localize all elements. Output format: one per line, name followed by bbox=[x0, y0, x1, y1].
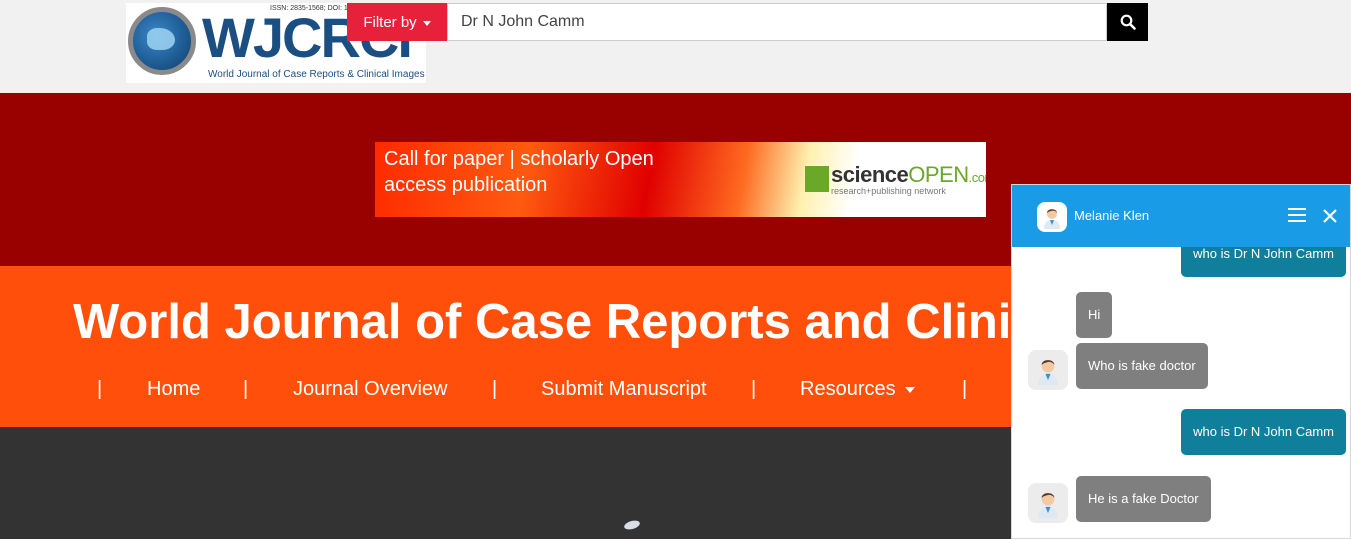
agent-message-avatar bbox=[1028, 350, 1068, 390]
nav-separator: | bbox=[751, 378, 757, 400]
chat-widget: Melanie Klen who is Dr N John Camm Hi Wh… bbox=[1011, 184, 1351, 539]
agent-name: Melanie Klen bbox=[1074, 208, 1150, 223]
brand-tagline: research+publishing network bbox=[831, 186, 946, 196]
search-input[interactable] bbox=[447, 3, 1107, 41]
top-header: ISSN: 2835-1568; DOI: 10 WJCRCI World Jo… bbox=[0, 0, 1351, 93]
filter-label: Filter by bbox=[363, 13, 417, 31]
nav-item-journal-overview[interactable]: Journal Overview bbox=[293, 378, 448, 401]
agent-avatar bbox=[1037, 202, 1067, 232]
caret-down-icon bbox=[904, 386, 915, 393]
chat-message-agent: He is a fake Doctor bbox=[1076, 476, 1211, 522]
ad-text: Call for paper | scholarly Open access p… bbox=[384, 146, 654, 198]
doctor-avatar-icon bbox=[1044, 209, 1060, 229]
call-for-paper-ad[interactable]: Call for paper | scholarly Open access p… bbox=[375, 142, 986, 217]
nav-separator: | bbox=[243, 378, 249, 400]
globe-logo-icon bbox=[128, 7, 196, 75]
chat-messages[interactable]: who is Dr N John Camm Hi Who is fake doc… bbox=[1012, 247, 1350, 538]
brand-open: OPEN bbox=[908, 162, 969, 187]
nav-item-home[interactable]: Home bbox=[147, 378, 200, 401]
chat-message-user: who is Dr N John Camm bbox=[1181, 247, 1346, 277]
logo-subtitle: World Journal of Case Reports & Clinical… bbox=[208, 69, 425, 80]
agent-message-avatar bbox=[1028, 483, 1068, 523]
search-button[interactable] bbox=[1107, 3, 1148, 41]
close-icon[interactable] bbox=[1320, 206, 1340, 226]
nav-item-submit-manuscript[interactable]: Submit Manuscript bbox=[541, 378, 707, 401]
doctor-avatar-icon bbox=[1037, 492, 1059, 519]
scienceopen-square-icon bbox=[805, 166, 829, 192]
ad-line-1: Call for paper | scholarly Open bbox=[384, 148, 654, 170]
ad-line-2: access publication bbox=[384, 174, 548, 196]
chat-message-agent: Hi bbox=[1076, 292, 1113, 338]
brand-science: science bbox=[831, 162, 909, 187]
main-nav: | Home | Journal Overview | Submit Manus… bbox=[0, 378, 1010, 408]
caret-down-icon bbox=[422, 20, 431, 26]
chat-message-user: who is Dr N John Camm bbox=[1181, 409, 1346, 455]
chat-message-agent: Who is fake doctor bbox=[1076, 343, 1208, 389]
loading-spinner-icon bbox=[623, 519, 641, 531]
nav-separator: | bbox=[97, 378, 103, 400]
chat-header: Melanie Klen bbox=[1012, 185, 1350, 247]
brand-tld: .com bbox=[968, 170, 986, 185]
menu-icon[interactable] bbox=[1288, 207, 1306, 223]
doctor-avatar-icon bbox=[1037, 359, 1059, 386]
nav-separator: | bbox=[492, 378, 498, 400]
nav-item-resources[interactable]: Resources bbox=[800, 378, 915, 401]
nav-item-resources-label: Resources bbox=[800, 378, 896, 400]
filter-dropdown-button[interactable]: Filter by bbox=[347, 3, 447, 41]
search-icon bbox=[1120, 14, 1136, 30]
nav-separator: | bbox=[962, 378, 968, 400]
